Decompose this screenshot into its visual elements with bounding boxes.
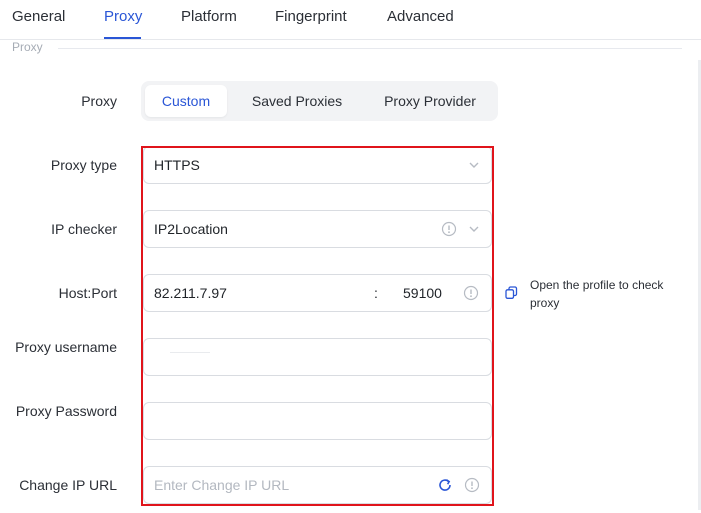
- proxy-username-label: Proxy username: [15, 339, 117, 355]
- proxy-mode-proxy-provider[interactable]: Proxy Provider: [367, 85, 493, 117]
- host-port-label: Host:Port: [58, 285, 117, 301]
- info-circle-icon[interactable]: [463, 285, 479, 301]
- proxy-mode-segmented-control: Custom Saved Proxies Proxy Provider: [141, 81, 498, 121]
- proxy-mode-custom[interactable]: Custom: [145, 85, 227, 117]
- proxy-username-input[interactable]: [143, 338, 492, 376]
- proxy-type-label: Proxy type: [50, 157, 117, 173]
- section-title: Proxy: [12, 40, 43, 54]
- blurred-username-text: [170, 352, 210, 353]
- host-input[interactable]: 82.211.7.97: [154, 275, 227, 311]
- chevron-down-icon: [469, 226, 479, 232]
- proxy-mode-saved-proxies[interactable]: Saved Proxies: [237, 85, 357, 117]
- proxy-mode-label: Proxy: [81, 93, 117, 109]
- ip-checker-label: IP checker: [51, 221, 117, 237]
- check-proxy-hint: Open the profile to check proxy: [530, 278, 664, 310]
- info-circle-icon[interactable]: [441, 221, 457, 237]
- tab-fingerprint[interactable]: Fingerprint: [275, 8, 347, 25]
- active-tab-indicator: [104, 37, 141, 39]
- proxy-type-value: HTTPS: [154, 157, 200, 173]
- host-port-separator: :: [374, 285, 378, 301]
- change-ip-url-label: Change IP URL: [19, 477, 117, 493]
- port-input[interactable]: 59100: [403, 275, 442, 311]
- tab-platform[interactable]: Platform: [181, 8, 237, 25]
- tab-proxy[interactable]: Proxy: [104, 8, 142, 25]
- host-port-field: 82.211.7.97 : 59100: [143, 274, 492, 312]
- proxy-type-select[interactable]: HTTPS: [143, 146, 492, 184]
- proxy-password-input[interactable]: [143, 402, 492, 440]
- ip-checker-value: IP2Location: [154, 221, 228, 237]
- change-ip-url-placeholder: Enter Change IP URL: [154, 477, 290, 493]
- tab-bar: General Proxy Platform Fingerprint Advan…: [0, 0, 701, 40]
- copy-icon[interactable]: [505, 286, 518, 299]
- tab-general[interactable]: General: [12, 8, 65, 25]
- chevron-down-icon: [469, 162, 479, 168]
- proxy-password-label: Proxy Password: [15, 403, 117, 419]
- info-circle-icon[interactable]: [464, 477, 480, 493]
- ip-checker-select[interactable]: IP2Location: [143, 210, 492, 248]
- change-ip-url-input[interactable]: Enter Change IP URL: [143, 466, 492, 504]
- highlight-frame: [141, 146, 494, 506]
- section-divider: [58, 48, 682, 49]
- refresh-icon[interactable]: [437, 477, 453, 493]
- tab-advanced[interactable]: Advanced: [387, 8, 454, 25]
